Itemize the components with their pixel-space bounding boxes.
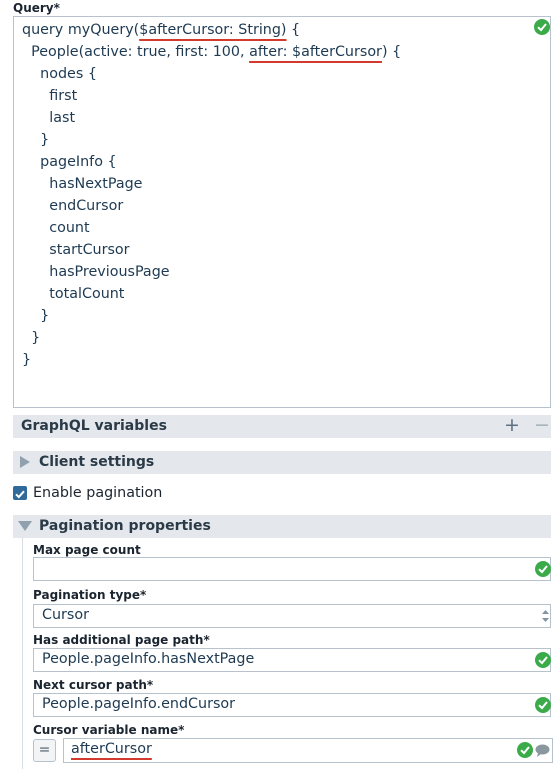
pagination-properties-title: Pagination properties bbox=[39, 518, 211, 534]
max-page-count-input[interactable] bbox=[33, 557, 551, 581]
code-line: startCursor bbox=[22, 242, 130, 258]
query-editor[interactable]: query myQuery($afterCursor: String) { Pe… bbox=[13, 16, 551, 408]
graphql-variables-bar[interactable]: GraphQL variables + − bbox=[13, 414, 551, 438]
next-cursor-path-input[interactable]: People.pageInfo.endCursor bbox=[33, 693, 551, 717]
code-line: count bbox=[22, 220, 90, 236]
cursor-variable-name-input[interactable]: afterCursor bbox=[63, 738, 553, 763]
has-additional-page-path-input[interactable]: People.pageInfo.hasNextPage bbox=[33, 648, 551, 672]
indent-guide bbox=[22, 538, 23, 769]
after-cursor-variable-decl: $afterCursor: String) bbox=[139, 22, 287, 38]
query-code[interactable]: query myQuery($afterCursor: String) { Pe… bbox=[22, 19, 401, 371]
plus-icon[interactable]: + bbox=[504, 414, 520, 436]
code-line: last bbox=[22, 110, 76, 126]
code-line: endCursor bbox=[22, 198, 124, 214]
expression-toggle-button[interactable]: = bbox=[33, 739, 56, 762]
next-cursor-path-label: Next cursor path* bbox=[33, 678, 154, 692]
chevron-right-icon bbox=[20, 456, 30, 468]
code-line: People(active: true, first: 100, after: … bbox=[22, 44, 402, 60]
code-line: first bbox=[22, 88, 78, 104]
after-cursor-argument: after: $afterCursor bbox=[249, 44, 382, 60]
code-line: } bbox=[22, 132, 50, 148]
chevron-down-icon bbox=[18, 521, 32, 531]
valid-check-icon bbox=[535, 697, 551, 713]
valid-check-icon bbox=[534, 19, 550, 35]
code-line: hasPreviousPage bbox=[22, 264, 170, 280]
code-line: } bbox=[22, 308, 50, 324]
query-label: Query* bbox=[13, 1, 60, 15]
client-settings-bar[interactable]: Client settings bbox=[13, 451, 551, 474]
graphql-variables-title: GraphQL variables bbox=[21, 418, 167, 434]
code-line: } bbox=[22, 330, 41, 346]
enable-pagination-label: Enable pagination bbox=[33, 485, 163, 501]
code-line: pageInfo { bbox=[22, 154, 117, 170]
comment-icon[interactable] bbox=[535, 744, 550, 761]
code-line: totalCount bbox=[22, 286, 125, 302]
code-line: query myQuery($afterCursor: String) { bbox=[22, 22, 301, 38]
select-arrows-icon bbox=[541, 608, 550, 628]
client-settings-title: Client settings bbox=[39, 454, 155, 470]
max-page-count-label: Max page count bbox=[33, 543, 141, 557]
pagination-type-select[interactable]: Cursor bbox=[33, 604, 551, 628]
enable-pagination-checkbox[interactable] bbox=[13, 486, 27, 500]
has-additional-page-path-label: Has additional page path* bbox=[33, 633, 210, 647]
pagination-properties-bar[interactable]: Pagination properties bbox=[13, 515, 551, 538]
code-line: hasNextPage bbox=[22, 176, 143, 192]
code-line: nodes { bbox=[22, 66, 97, 82]
valid-check-icon bbox=[535, 561, 551, 577]
cursor-variable-name-label: Cursor variable name* bbox=[33, 723, 185, 737]
valid-check-icon bbox=[517, 742, 533, 758]
valid-check-icon bbox=[535, 652, 551, 668]
pagination-type-label: Pagination type* bbox=[33, 588, 147, 602]
code-line: } bbox=[22, 352, 32, 368]
minus-icon[interactable]: − bbox=[534, 414, 550, 436]
